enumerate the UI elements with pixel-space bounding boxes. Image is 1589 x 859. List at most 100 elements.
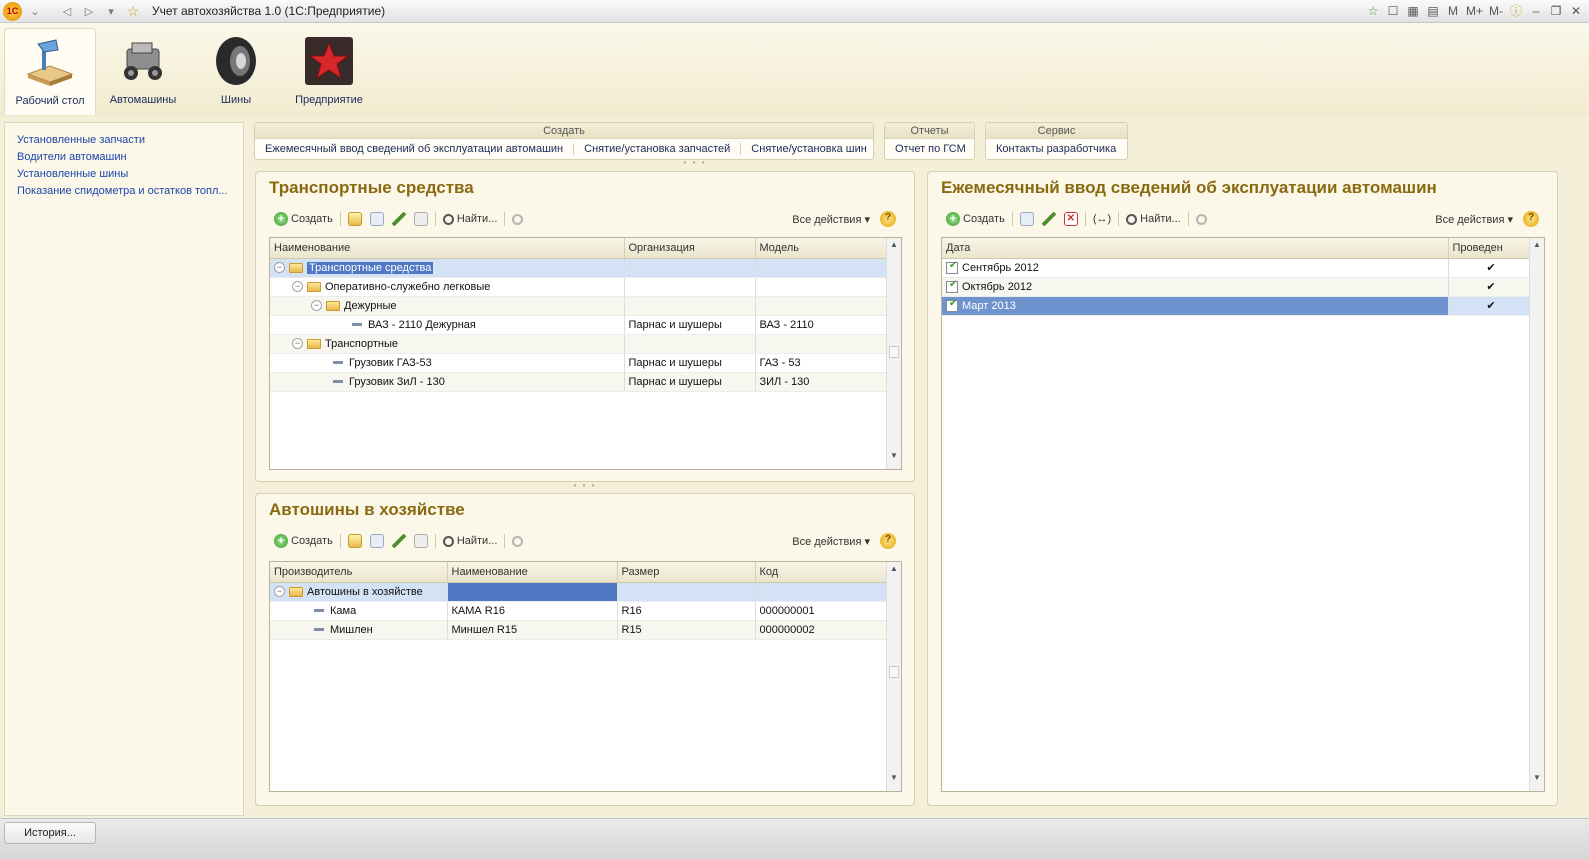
copy-button[interactable]	[366, 531, 388, 551]
table-row[interactable]: Кама КАМА R16 R16 000000001	[270, 601, 901, 621]
collapse-icon[interactable]: −	[274, 262, 285, 273]
scroll-up-icon[interactable]: ▲	[887, 240, 901, 256]
period-button[interactable]: (↔)	[1089, 209, 1115, 229]
nav-link-speedometer-readings[interactable]: Показание спидометра и остатков топл...	[5, 183, 243, 200]
close-icon[interactable]: ✕	[1569, 4, 1583, 18]
table-row[interactable]: ВАЗ - 2110 Дежурная Парнас и шушеры ВАЗ -…	[270, 315, 901, 335]
collapse-icon[interactable]: −	[292, 338, 303, 349]
find-button[interactable]: Найти...	[439, 531, 502, 551]
create-button[interactable]: + Создать	[942, 209, 1009, 229]
memory-m-button[interactable]: M	[1446, 4, 1460, 18]
cancel-search-button[interactable]	[508, 531, 527, 551]
table-row[interactable]: Сентябрь 2012 ✔	[942, 258, 1544, 278]
scroll-up-icon[interactable]: ▲	[1530, 240, 1544, 256]
column-header-name[interactable]: Наименование	[447, 562, 618, 583]
column-header-size[interactable]: Размер	[617, 562, 756, 583]
splitter-handle[interactable]: • • •	[570, 482, 600, 490]
help-button[interactable]: ?	[1519, 209, 1543, 229]
table-row[interactable]: − Транспортные	[270, 334, 901, 354]
cmd-parts-install[interactable]: Снятие/установка запчастей	[573, 143, 740, 155]
memory-mminus-button[interactable]: M-	[1489, 4, 1503, 18]
vehicles-table[interactable]: Наименование Организация Модель − Транспо…	[269, 237, 902, 470]
add-favorite-icon[interactable]: ☆	[1366, 4, 1380, 18]
scroll-down-icon[interactable]: ▼	[1530, 773, 1544, 789]
collapse-icon[interactable]: −	[311, 300, 322, 311]
table-row[interactable]: Октябрь 2012 ✔	[942, 277, 1544, 297]
cmd-developer-contacts[interactable]: Контакты разработчика	[986, 143, 1126, 155]
calendar-icon[interactable]: ▤	[1426, 4, 1440, 18]
all-actions-button[interactable]: Все действия ▾	[1431, 209, 1519, 229]
favorites-star-icon[interactable]: ☆	[124, 2, 142, 20]
splitter-handle[interactable]: • • •	[680, 159, 710, 167]
table-row[interactable]: Март 2013 ✔	[942, 296, 1544, 316]
bookmark-icon[interactable]: ☐	[1386, 4, 1400, 18]
copy-button[interactable]	[1016, 209, 1038, 229]
all-actions-button[interactable]: Все действия ▾	[788, 531, 876, 551]
cancel-search-button[interactable]	[1192, 209, 1211, 229]
main-menu-icon[interactable]: ⌄	[26, 2, 44, 20]
column-header-model[interactable]: Модель	[755, 238, 888, 259]
column-header-code[interactable]: Код	[755, 562, 888, 583]
create-button[interactable]: + Создать	[270, 531, 337, 551]
table-row[interactable]: − Автошины в хозяйстве	[270, 582, 901, 602]
nav-link-installed-tires[interactable]: Установленные шины	[5, 166, 243, 183]
find-button[interactable]: Найти...	[439, 209, 502, 229]
back-icon[interactable]: ◁	[58, 2, 76, 20]
column-header-manufacturer[interactable]: Производитель	[270, 562, 448, 583]
table-row[interactable]: − Оперативно-служебно легковые	[270, 277, 901, 297]
nav-link-installed-parts[interactable]: Установленные запчасти	[5, 132, 243, 149]
delete-mark-button[interactable]	[410, 531, 432, 551]
table-row[interactable]: − Дежурные	[270, 296, 901, 316]
create-button[interactable]: + Создать	[270, 209, 337, 229]
delete-button[interactable]: ✕	[1060, 209, 1082, 229]
create-group-button[interactable]	[344, 531, 366, 551]
vertical-scrollbar[interactable]: ▲ ▼	[886, 238, 901, 469]
scroll-down-icon[interactable]: ▼	[887, 773, 901, 789]
section-desktop[interactable]: Рабочий стол	[4, 28, 96, 115]
section-cars[interactable]: Автомашины	[97, 28, 189, 115]
scroll-down-icon[interactable]: ▼	[887, 451, 901, 467]
app-logo-icon[interactable]: 1С	[3, 1, 22, 21]
monthly-table[interactable]: Дата Проведен Сентябрь 2012 ✔ Октябрь 20…	[941, 237, 1545, 792]
restore-icon[interactable]: ❐	[1549, 4, 1563, 18]
help-button[interactable]: ?	[876, 531, 900, 551]
edit-button[interactable]	[388, 531, 410, 551]
table-row[interactable]: Грузовик ЗиЛ - 130 Парнас и шушеры ЗИЛ - …	[270, 372, 901, 392]
vertical-scrollbar[interactable]: ▲ ▼	[886, 562, 901, 791]
vertical-scrollbar[interactable]: ▲ ▼	[1529, 238, 1544, 791]
cancel-search-button[interactable]	[508, 209, 527, 229]
history-button[interactable]: История...	[4, 822, 96, 844]
column-header-organization[interactable]: Организация	[624, 238, 756, 259]
table-row[interactable]: − Транспортные средства	[270, 258, 901, 278]
column-header-posted[interactable]: Проведен	[1448, 238, 1531, 259]
collapse-icon[interactable]: −	[274, 586, 285, 597]
section-tires[interactable]: Шины	[190, 28, 282, 115]
cmd-monthly-input[interactable]: Ежемесячный ввод сведений об эксплуатаци…	[255, 143, 573, 155]
forward-icon[interactable]: ▷	[80, 2, 98, 20]
minimize-icon[interactable]: –	[1529, 4, 1543, 18]
find-button[interactable]: Найти...	[1122, 209, 1185, 229]
history-dropdown-icon[interactable]: ▾	[102, 2, 120, 20]
scroll-up-icon[interactable]: ▲	[887, 564, 901, 580]
table-row[interactable]: Грузовик ГАЗ-53 Парнас и шушеры ГАЗ - 53	[270, 353, 901, 373]
table-row[interactable]: Мишлен Миншел R15 R15 000000002	[270, 620, 901, 640]
calculator-icon[interactable]: ▦	[1406, 4, 1420, 18]
tires-table[interactable]: Производитель Наименование Размер Код − А…	[269, 561, 902, 792]
help-button[interactable]: ?	[876, 209, 900, 229]
edit-button[interactable]	[1038, 209, 1060, 229]
collapse-icon[interactable]: −	[292, 281, 303, 292]
all-actions-button[interactable]: Все действия ▾	[788, 209, 876, 229]
copy-button[interactable]	[366, 209, 388, 229]
column-header-name[interactable]: Наименование	[270, 238, 625, 259]
info-icon[interactable]: ⓘ	[1509, 2, 1523, 19]
delete-mark-button[interactable]	[410, 209, 432, 229]
section-enterprise[interactable]: Предприятие	[283, 28, 375, 115]
cmd-tires-install[interactable]: Снятие/установка шин	[740, 143, 877, 155]
memory-mplus-button[interactable]: M+	[1466, 4, 1483, 18]
scroll-thumb[interactable]	[889, 666, 899, 678]
scroll-thumb[interactable]	[889, 346, 899, 358]
edit-button[interactable]	[388, 209, 410, 229]
cmd-fuel-report[interactable]: Отчет по ГСМ	[885, 143, 976, 155]
column-header-date[interactable]: Дата	[942, 238, 1449, 259]
nav-link-drivers[interactable]: Водители автомашин	[5, 149, 243, 166]
